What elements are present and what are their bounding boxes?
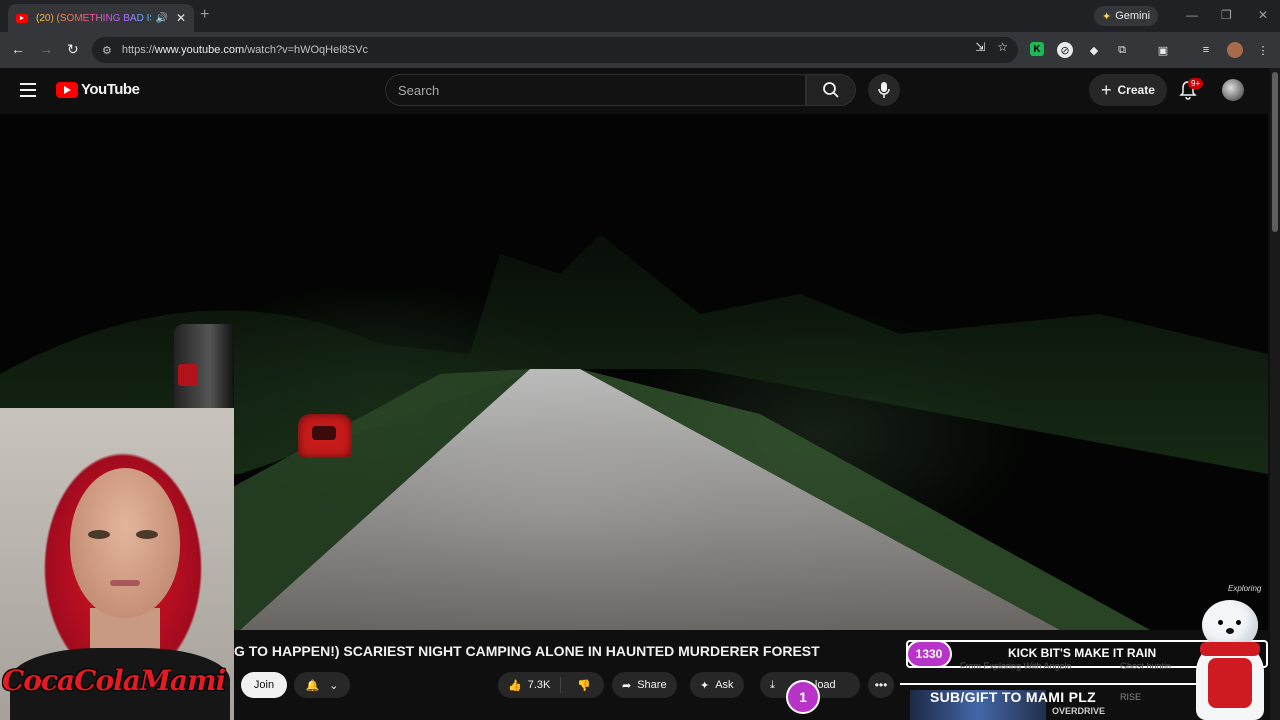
overlay-subtext: From Exploring With Angelo: [960, 661, 1072, 671]
gemini-star-icon: ✦: [1102, 10, 1112, 23]
browser-address-bar: ← → ↻ ⚙ https://www.youtube.com/watch?v=…: [0, 32, 1280, 68]
right-eye: [136, 530, 158, 539]
chevron-down-icon: ⌄: [329, 679, 339, 692]
join-button[interactable]: Join: [241, 672, 287, 698]
media-control-icon[interactable]: ≡: [1198, 42, 1214, 58]
site-settings-icon[interactable]: ⚙: [102, 44, 112, 57]
mouth: [110, 580, 140, 586]
gift-count-circle: 1: [786, 680, 820, 714]
subgift-text: SUB/GIFT TO MAMI PLZ: [930, 689, 1096, 705]
download-icon: ⤓: [770, 678, 775, 691]
side-panel-icon[interactable]: ▣: [1155, 42, 1171, 58]
ask-button[interactable]: ✦ Ask: [690, 672, 744, 698]
sparkle-icon: ✦: [700, 679, 710, 692]
thumbs-down-icon: 👎: [577, 679, 592, 692]
window-close-icon[interactable]: ✕: [1258, 8, 1268, 22]
account-avatar[interactable]: [1222, 79, 1244, 101]
share-arrow-icon: ➦: [622, 679, 632, 692]
url-field[interactable]: ⚙ https://www.youtube.com/watch?v=hWOqHe…: [92, 37, 1018, 63]
minimize-icon[interactable]: —: [1186, 8, 1198, 22]
extension-circle-icon[interactable]: ⊘: [1057, 42, 1073, 58]
thumbs-up-icon: 👍: [508, 679, 522, 692]
browser-tab[interactable]: (20) (SOMETHING BAD IS G 🔊 ✕: [8, 4, 194, 32]
bell-icon: 🔔: [305, 679, 320, 692]
streamer-face: [70, 468, 180, 618]
search-placeholder: Search: [398, 82, 440, 98]
plus-icon: +: [1101, 79, 1112, 100]
bookmark-star-icon[interactable]: ☆: [997, 40, 1008, 54]
create-label: Create: [1117, 83, 1155, 97]
bear-scarf: [1200, 642, 1260, 656]
join-label: Join: [253, 679, 275, 691]
search-icon: [823, 82, 839, 98]
video-title: G TO HAPPEN!) SCARIEST NIGHT CAMPING ALO…: [234, 643, 820, 659]
guide-menu-icon[interactable]: [20, 83, 36, 97]
browser-menu-icon[interactable]: ⋮: [1255, 42, 1271, 58]
extension-tag-icon[interactable]: ◆: [1086, 42, 1102, 58]
subscription-bell-button[interactable]: 🔔 ⌄: [294, 672, 350, 698]
youtube-play-icon: [56, 81, 78, 98]
more-actions-button[interactable]: •••: [868, 672, 894, 698]
overlay-overdrive-text: OVERDRIVE: [1052, 706, 1106, 716]
scrollbar-thumb[interactable]: [1272, 72, 1278, 232]
youtube-logo[interactable]: YouTube: [56, 81, 140, 98]
youtube-header: YouTube Search + Create 9+: [0, 68, 1280, 114]
youtube-favicon-icon: [16, 13, 28, 23]
url-path: /watch?v=hWOqHel8SVc: [244, 44, 368, 56]
profile-avatar[interactable]: [1227, 42, 1243, 58]
gemini-label: Gemini: [1115, 10, 1151, 22]
create-button[interactable]: + Create: [1089, 74, 1167, 106]
search-button[interactable]: [806, 74, 856, 106]
overlay-rise-text: RISE: [1120, 692, 1142, 702]
polar-bear-mascot-image: [1190, 598, 1270, 720]
speaker-icon[interactable]: 🔊: [155, 13, 167, 24]
share-label: Share: [637, 679, 667, 691]
microphone-icon: [878, 82, 890, 98]
close-tab-icon[interactable]: ✕: [176, 11, 186, 25]
bear-shirt: [1208, 658, 1252, 708]
like-dislike-group: 👍 7.3K 👎: [498, 672, 604, 698]
bear-signature: Exploring: [1228, 584, 1262, 593]
like-count: 7.3K: [527, 679, 551, 691]
bear-nose: [1226, 628, 1234, 634]
voice-search-button[interactable]: [868, 74, 900, 106]
tab-title: (20) (SOMETHING BAD IS G: [36, 13, 151, 24]
url-prefix: https://: [121, 44, 155, 56]
more-dots-icon: •••: [874, 678, 888, 692]
kick-alert-text: KICK BIT'S MAKE IT RAIN: [1008, 646, 1157, 660]
overlay-subtext-2: Ghost huntin: [1120, 661, 1172, 671]
back-icon[interactable]: ←: [11, 41, 25, 57]
dislike-button[interactable]: 👎: [567, 679, 601, 692]
kick-extension-icon[interactable]: K: [1030, 42, 1044, 56]
streamer-signature: CocaColaMami: [2, 664, 226, 697]
maximize-icon[interactable]: ❐: [1221, 8, 1232, 22]
url-host: www.youtube.com: [154, 44, 245, 56]
overlay-divider: [900, 683, 1200, 685]
like-button[interactable]: 👍 7.3K: [498, 677, 562, 693]
left-eye: [88, 530, 110, 539]
gemini-button[interactable]: ✦ Gemini: [1094, 6, 1159, 26]
bear-right-eye: [1236, 620, 1241, 625]
notification-count-badge: 9+: [1188, 78, 1204, 89]
extensions-puzzle-icon[interactable]: ⧉: [1114, 42, 1130, 58]
new-tab-icon[interactable]: +: [200, 6, 209, 24]
taillight-image: [178, 364, 198, 386]
bear-left-eye: [1218, 620, 1223, 625]
browser-tab-bar: (20) (SOMETHING BAD IS G 🔊 ✕ + ✦ Gemini …: [0, 0, 1280, 32]
ask-label: Ask: [715, 679, 734, 691]
logo-text: YouTube: [81, 81, 140, 98]
forward-icon[interactable]: →: [39, 41, 53, 57]
reload-icon[interactable]: ↻: [67, 41, 79, 58]
bits-counter: 1330: [906, 640, 952, 668]
install-app-icon[interactable]: ⇲: [975, 40, 985, 54]
share-button[interactable]: ➦ Share: [612, 672, 677, 698]
search-input[interactable]: Search: [385, 74, 806, 106]
red-generator-image: [298, 414, 352, 458]
page-scrollbar[interactable]: [1270, 68, 1280, 720]
